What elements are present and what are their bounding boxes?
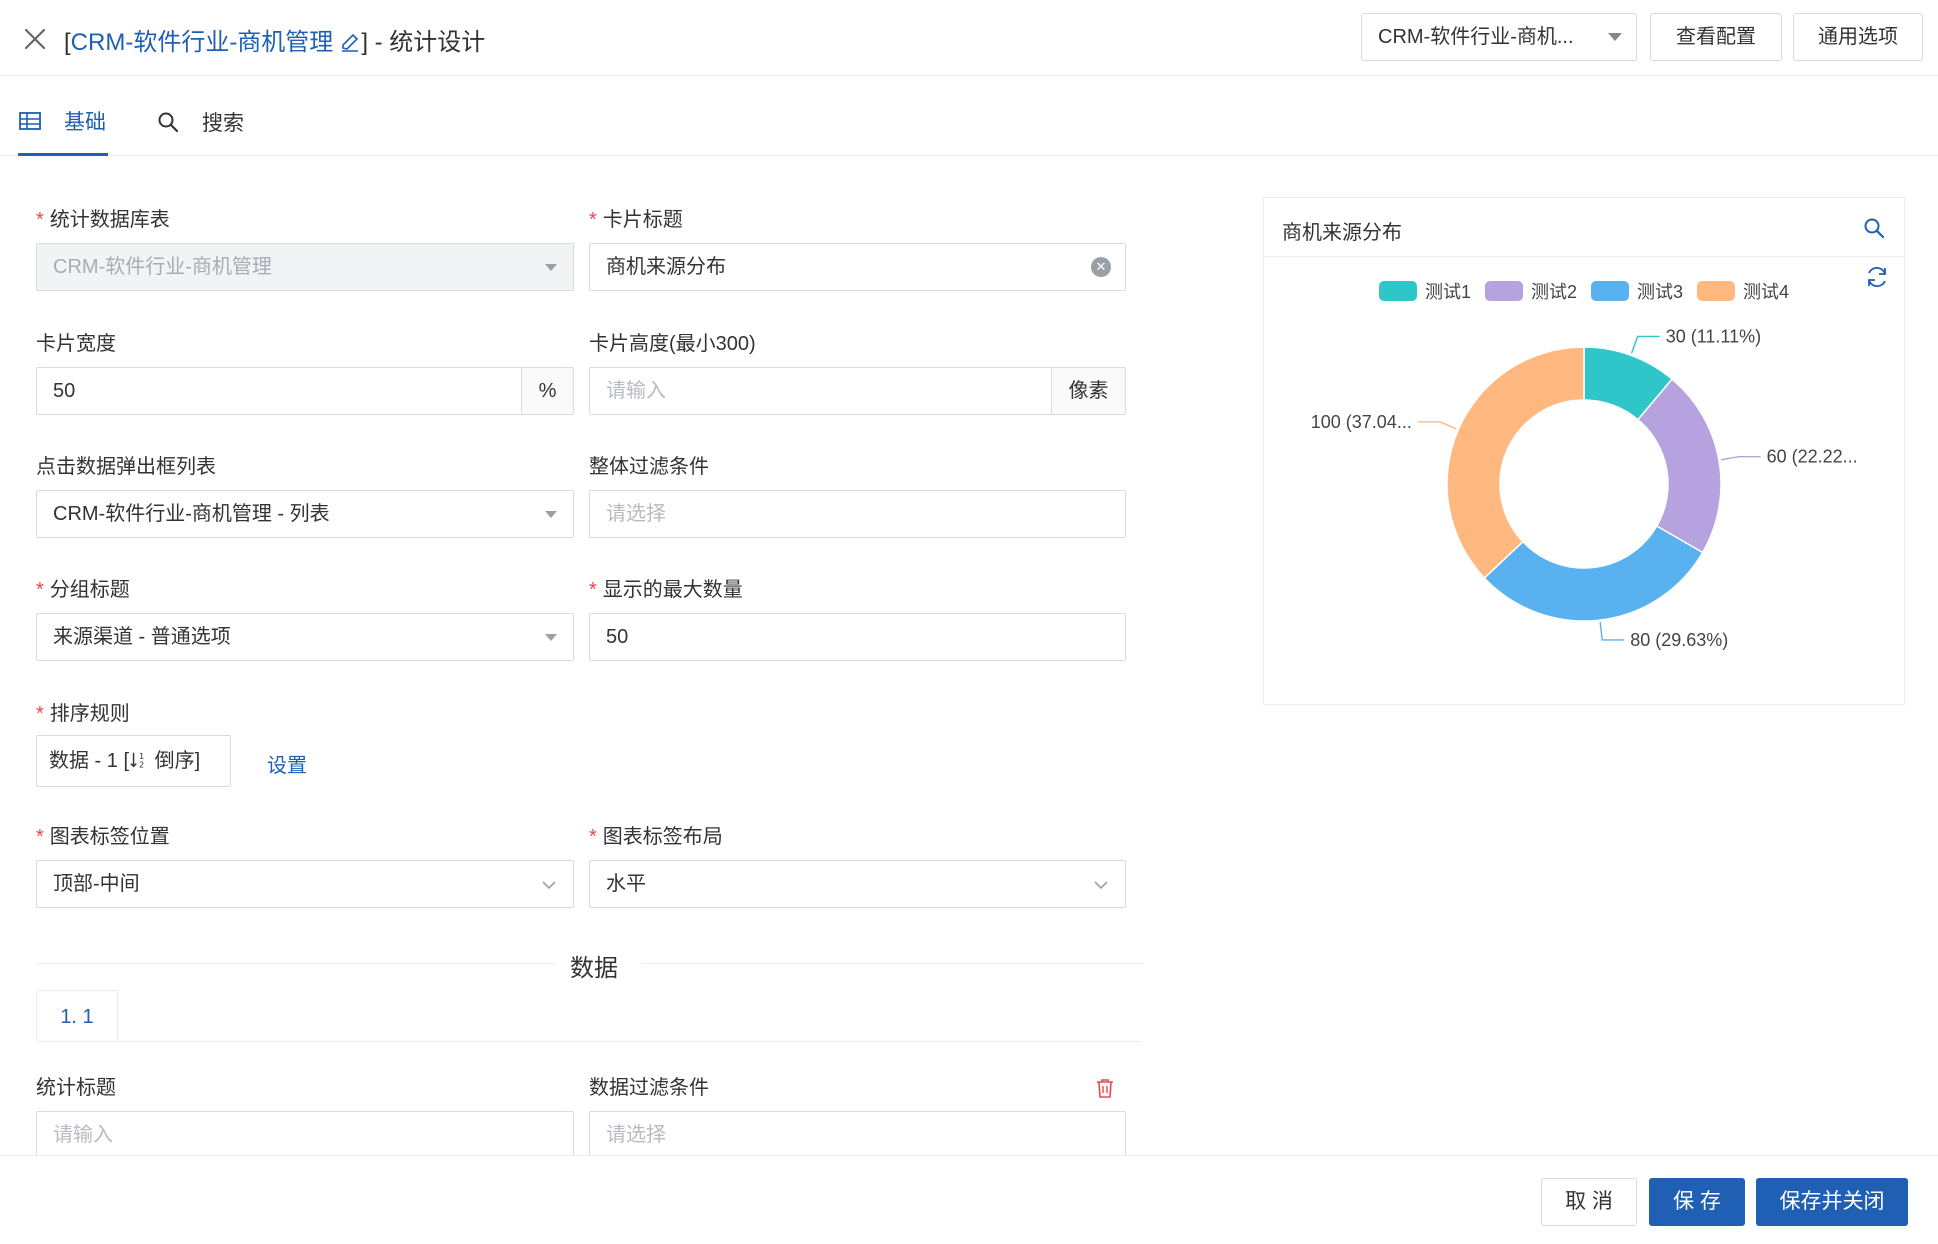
save-close-button[interactable]: 保存并关闭 (1756, 1178, 1908, 1226)
pie-slice[interactable] (1636, 377, 1722, 554)
global-filter-label: 整体过滤条件 (589, 456, 709, 478)
sort-rule-label: * 排序规则 (36, 703, 130, 725)
label-leader-line (1417, 421, 1457, 430)
dropdown-arrow-icon (545, 264, 557, 271)
tab-basic[interactable]: 基础 (18, 88, 108, 156)
stat-title-placeholder: 请输入 (53, 1124, 113, 1146)
global-filter-placeholder: 请选择 (606, 503, 666, 525)
card-width-label: 卡片宽度 (36, 333, 116, 355)
group-title-value: 来源渠道 - 普通选项 (53, 626, 231, 648)
global-filter-input[interactable]: 请选择 (589, 490, 1126, 538)
tab-bar: 基础 搜索 (0, 88, 1938, 156)
sort-set-link[interactable]: 设置 (267, 749, 307, 778)
divider-right (642, 963, 1144, 964)
close-icon[interactable] (20, 24, 50, 54)
label-layout-value: 水平 (606, 873, 646, 895)
data-label: 60 (22.22... (1767, 447, 1858, 467)
svg-text:2: 2 (139, 759, 144, 769)
label-position-label: * 图表标签位置 (36, 826, 170, 848)
data-filter-placeholder: 请选择 (606, 1124, 666, 1146)
trash-icon[interactable] (1094, 1077, 1116, 1099)
module-select[interactable]: CRM-软件行业-商机... (1361, 13, 1637, 61)
sort-rule-tag: 数据 - 1 [1 2 倒序] (36, 735, 231, 787)
data-filter-label: 数据过滤条件 (589, 1077, 709, 1099)
max-count-label: * 显示的最大数量 (589, 579, 743, 601)
data-tab-1-1[interactable]: 1. 1 (36, 990, 118, 1042)
chart-card: 商机来源分布 测试1 测试2 测试3 测试4 30 (11.11%) 60 (22… (1263, 197, 1905, 705)
save-button[interactable]: 保 存 (1649, 1178, 1745, 1226)
max-count-input[interactable]: 50 (589, 613, 1126, 661)
card-height-placeholder: 请输入 (606, 380, 666, 402)
pie-slice[interactable] (1446, 346, 1585, 580)
search-icon (158, 112, 179, 133)
tab-basic-label: 基础 (64, 110, 106, 134)
stat-title-input[interactable]: 请输入 (36, 1111, 574, 1159)
sort-desc-icon: 12 (130, 751, 144, 769)
title-link[interactable]: CRM-软件行业-商机管理 (71, 29, 334, 56)
db-table-select: CRM-软件行业-商机管理 (36, 243, 574, 291)
data-label: 100 (37.04... (1311, 412, 1412, 432)
popup-list-select[interactable]: CRM-软件行业-商机管理 - 列表 (36, 490, 574, 538)
label-leader-line (1630, 335, 1660, 354)
label-layout-select[interactable]: 水平 (589, 860, 1126, 908)
chevron-down-icon (1094, 881, 1108, 890)
data-tab-line (36, 1041, 1142, 1042)
data-label: 80 (29.63%) (1630, 630, 1728, 650)
title-bracket-open: [ (64, 29, 71, 56)
chevron-down-icon (542, 881, 556, 890)
card-width-input[interactable]: 50 % (36, 367, 574, 415)
db-table-label: * 统计数据库表 (36, 209, 170, 231)
tab-search-label: 搜索 (202, 112, 244, 135)
percent-addon: % (521, 368, 573, 414)
popup-list-label: 点击数据弹出框列表 (36, 456, 216, 478)
dropdown-arrow-icon (545, 634, 557, 641)
card-title-label: * 卡片标题 (589, 209, 683, 231)
dialog-footer: 取 消 保 存 保存并关闭 (0, 1155, 1938, 1244)
stat-title-label: 统计标题 (36, 1077, 116, 1099)
data-section-title: 数据 (570, 955, 618, 982)
dropdown-arrow-icon (545, 511, 557, 518)
card-title-input[interactable]: 商机来源分布 ✕ (589, 243, 1126, 291)
label-layout-label: * 图表标签布局 (589, 826, 723, 848)
pixel-addon: 像素 (1051, 368, 1125, 414)
tab-search[interactable]: 搜索 (156, 88, 266, 156)
edit-icon[interactable] (339, 31, 361, 53)
module-select-value: CRM-软件行业-商机... (1378, 26, 1574, 48)
card-height-label: 卡片高度(最小300) (589, 333, 756, 355)
clear-icon[interactable]: ✕ (1091, 257, 1111, 277)
general-options-button[interactable]: 通用选项 (1793, 13, 1923, 61)
dropdown-arrow-icon (1608, 33, 1622, 41)
label-position-select[interactable]: 顶部-中间 (36, 860, 574, 908)
card-width-value: 50 (53, 380, 76, 402)
db-table-value: CRM-软件行业-商机管理 (53, 256, 272, 278)
view-config-button[interactable]: 查看配置 (1650, 13, 1782, 61)
label-leader-line (1599, 621, 1625, 641)
max-count-value: 50 (606, 626, 629, 648)
dialog-header: [CRM-软件行业-商机管理 ] - 统计设计 CRM-软件行业-商机... 查看… (0, 0, 1938, 76)
donut-chart: 30 (11.11%) 60 (22.22... 80 (29.63%) 100 (3… (1311, 326, 1858, 650)
card-title-value: 商机来源分布 (606, 256, 726, 278)
title-suffix: ] - 统计设计 (361, 29, 486, 56)
card-height-input[interactable]: 请输入 像素 (589, 367, 1126, 415)
divider-left (36, 963, 556, 964)
table-icon (19, 111, 41, 130)
group-title-label: * 分组标题 (36, 579, 130, 601)
label-position-value: 顶部-中间 (53, 873, 140, 895)
page-title: [CRM-软件行业-商机管理 ] - 统计设计 (64, 22, 485, 57)
cancel-button[interactable]: 取 消 (1541, 1178, 1637, 1226)
group-title-select[interactable]: 来源渠道 - 普通选项 (36, 613, 574, 661)
popup-list-value: CRM-软件行业-商机管理 - 列表 (53, 503, 330, 525)
data-filter-input[interactable]: 请选择 (589, 1111, 1126, 1159)
data-label: 30 (11.11%) (1666, 326, 1761, 346)
label-leader-line (1720, 456, 1761, 461)
